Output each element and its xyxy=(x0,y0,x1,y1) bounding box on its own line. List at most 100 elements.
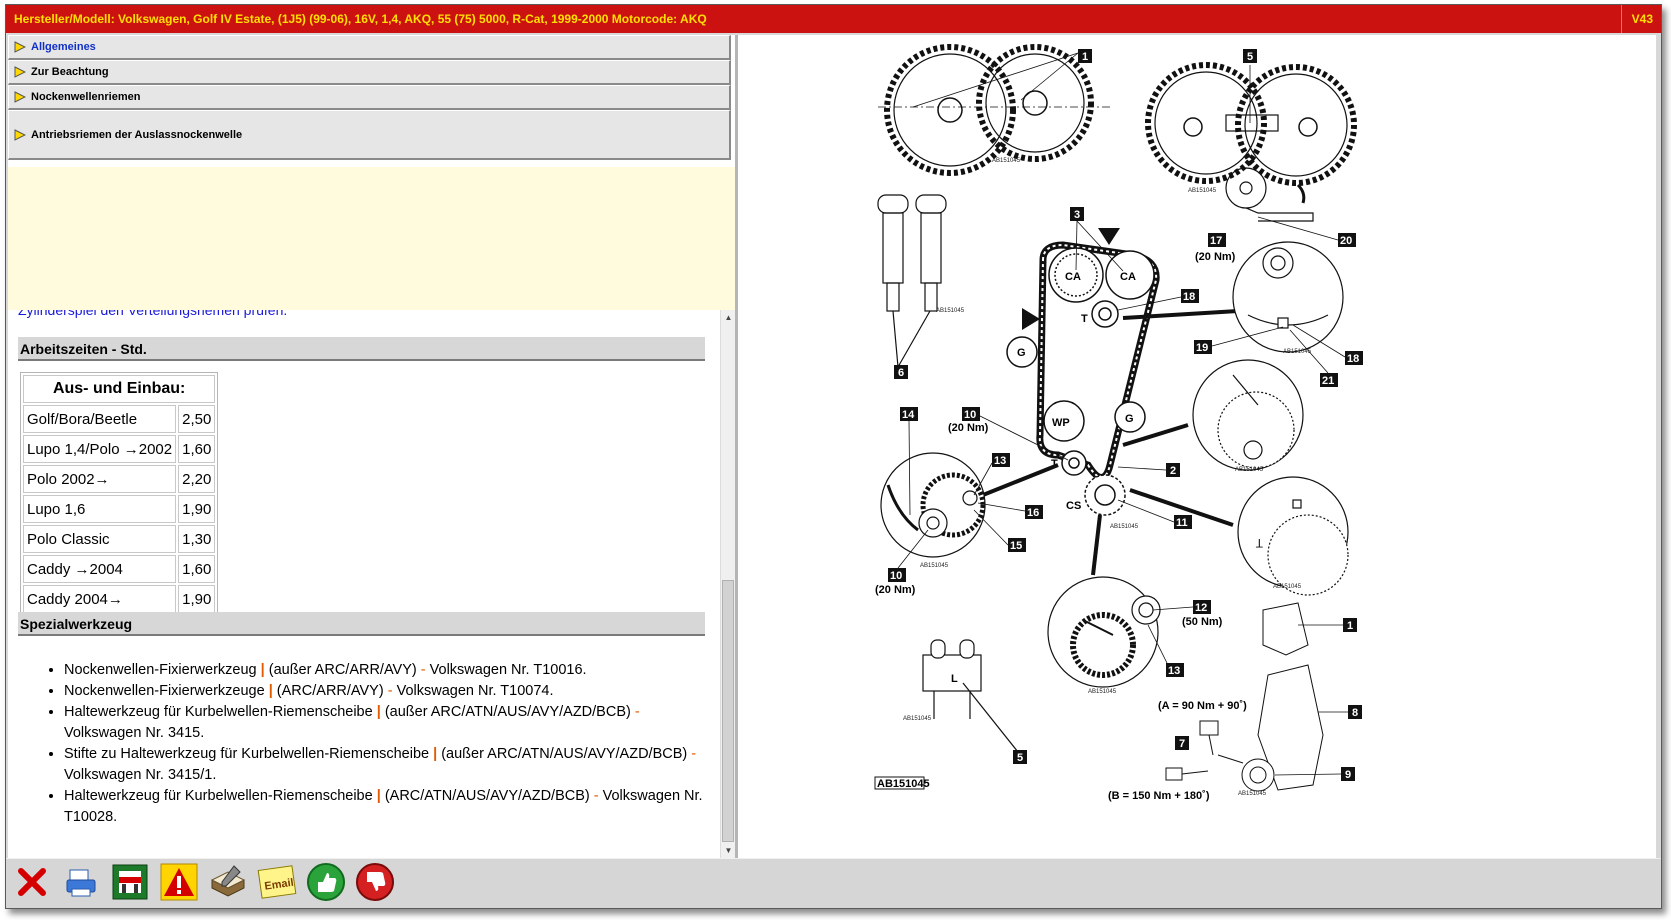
part-code: AB151045 xyxy=(1238,791,1267,797)
warning-icon[interactable] xyxy=(159,862,199,902)
callout-23: 21 xyxy=(1320,373,1338,387)
svg-text:18: 18 xyxy=(1347,353,1359,365)
tool-name: Nockenwellen-Fixierwerkzeug xyxy=(64,662,257,678)
thumbs-up-icon[interactable] xyxy=(306,862,346,902)
callout-16: 15 xyxy=(1008,538,1026,552)
callout-3: 3 xyxy=(1070,207,1084,221)
chevron-right-icon xyxy=(14,129,26,141)
callout-8: 9 xyxy=(1341,767,1355,781)
dash: - xyxy=(420,662,426,678)
chevron-right-icon xyxy=(14,41,26,53)
svg-text:12: 12 xyxy=(1195,602,1207,614)
nav-label: Zur Beachtung xyxy=(31,66,109,78)
table-row: Polo Classic 1,30 xyxy=(23,525,216,553)
torque-label: (20 Nm) xyxy=(1195,251,1236,263)
callout-21: 19 xyxy=(1194,340,1212,354)
callout-14: 13 xyxy=(992,453,1010,467)
nav-item-allgemeines[interactable]: Allgemeines xyxy=(8,35,731,60)
diagram-pane: 1 AB151045 5 AB151045 17 (20 Nm) 20 AB15… xyxy=(738,35,1656,858)
email-icon[interactable]: Email xyxy=(257,862,297,902)
part-code: AB151045 xyxy=(1188,188,1217,194)
scrollbar-thumb[interactable] xyxy=(722,580,734,842)
callout-15: 14 xyxy=(900,407,918,421)
callout-19: 18 xyxy=(1181,289,1199,303)
labour-times-table: Aus- und Einbau: Golf/Bora/Beetle 2,50 Lu… xyxy=(20,372,219,616)
separator: | xyxy=(376,788,381,804)
nav-item-nockenwellenriemen[interactable]: Nockenwellenriemen xyxy=(8,85,731,110)
part-code: AB151045 xyxy=(936,308,965,314)
tool-note: (ARC/ATN/AUS/AVY/AZD/BCB) xyxy=(384,788,590,804)
value-cell: 1,30 xyxy=(178,525,216,553)
dash: - xyxy=(593,788,599,804)
scroll-down-icon[interactable]: ▼ xyxy=(721,843,735,858)
separator: | xyxy=(433,746,438,762)
chevron-right-icon xyxy=(14,91,26,103)
part-code: AB151045 xyxy=(1235,467,1264,473)
model-cell: Polo Classic xyxy=(23,525,177,553)
value-cell: 1,90 xyxy=(178,495,216,523)
list-item: Nockenwellen-Fixierwerkzeuge | (ARC/ARR/… xyxy=(64,681,706,702)
svg-text:2: 2 xyxy=(1170,465,1176,477)
table-row: Caddy →2004 1,60 xyxy=(23,555,216,583)
callout-11: 11 xyxy=(1174,515,1192,529)
value-cell: 1,60 xyxy=(178,435,216,463)
model-cell: Caddy →2004 xyxy=(23,555,177,583)
tool-name: Nockenwellen-Fixierwerkzeuge xyxy=(64,683,265,699)
model-cell: Lupo 1,4/Polo →2002 xyxy=(23,435,177,463)
nav-label: Antriebsriemen der Auslassnockenwelle xyxy=(31,129,243,141)
version-label: V43 xyxy=(1620,5,1653,33)
svg-text:9: 9 xyxy=(1345,769,1351,781)
separator: | xyxy=(268,683,273,699)
torque-label: (20 Nm) xyxy=(948,422,989,434)
thumbs-down-icon[interactable] xyxy=(355,862,395,902)
content-scrollbar[interactable]: ▲ ▼ xyxy=(720,310,735,858)
nav-item-antriebsriemen[interactable]: Antriebsriemen der Auslassnockenwelle xyxy=(8,110,731,160)
value-cell: 2,20 xyxy=(178,465,216,493)
tool-name: Haltewerkzeug für Kurbelwellen-Riemensch… xyxy=(64,704,373,720)
svg-text:18: 18 xyxy=(1183,291,1195,303)
pulley-label: G xyxy=(1125,413,1134,425)
svg-text:8: 8 xyxy=(1352,707,1358,719)
svg-text:5: 5 xyxy=(1017,752,1023,764)
workshop-icon[interactable] xyxy=(110,862,150,902)
nav-item-zur-beachtung[interactable]: Zur Beachtung xyxy=(8,60,731,85)
model-cell: Lupo 1,6 xyxy=(23,495,177,523)
detail-tensioner xyxy=(1232,241,1344,353)
tool-note: (außer ARC/ATN/AUS/AVY/AZD/BCB) xyxy=(441,746,688,762)
torque-label: (A = 90 Nm + 90˚) xyxy=(1158,700,1247,712)
svg-text:T: T xyxy=(1255,536,1263,550)
detail-crankshaft xyxy=(1047,576,1161,688)
tool-ref: Volkswagen Nr. 3415. xyxy=(64,725,205,741)
svg-text:3: 3 xyxy=(1074,209,1080,221)
scroll-up-icon[interactable]: ▲ xyxy=(721,310,735,325)
list-item: Haltewerkzeug für Kurbelwellen-Riemensch… xyxy=(64,786,706,828)
diagram-code: AB151045 xyxy=(877,778,930,790)
svg-text:21: 21 xyxy=(1322,375,1334,387)
part-code: AB151045 xyxy=(903,716,932,722)
printer-icon[interactable] xyxy=(61,862,101,902)
chevron-right-icon xyxy=(14,66,26,78)
pulley-label: WP xyxy=(1052,417,1070,429)
dash: - xyxy=(634,704,640,720)
svg-text:13: 13 xyxy=(1168,665,1180,677)
callout-17: 16 xyxy=(1025,505,1043,519)
pulley-label: CA xyxy=(1120,271,1136,283)
tool-label: L xyxy=(951,673,958,685)
close-icon[interactable] xyxy=(12,862,52,902)
svg-text:1: 1 xyxy=(1082,51,1088,63)
list-item: Haltewerkzeug für Kurbelwellen-Riemensch… xyxy=(64,702,706,744)
timing-belt-diagram: 1 AB151045 5 AB151045 17 (20 Nm) 20 AB15… xyxy=(874,44,1363,802)
svg-text:5: 5 xyxy=(1247,51,1253,63)
svg-text:10: 10 xyxy=(964,409,976,421)
list-item: Nockenwellen-Fixierwerkzeug | (außer ARC… xyxy=(64,660,706,681)
table-row: Golf/Bora/Beetle 2,50 xyxy=(23,405,216,433)
notes-icon[interactable] xyxy=(208,862,248,902)
timing-cover xyxy=(1165,602,1324,792)
table-row: Polo 2002→ 2,20 xyxy=(23,465,216,493)
model-cell: Caddy 2004→ xyxy=(23,585,177,613)
torque-label: (50 Nm) xyxy=(1182,616,1223,628)
value-cell: 1,90 xyxy=(178,585,216,613)
nav-label: Nockenwellenriemen xyxy=(31,91,141,103)
callout-2: 2 xyxy=(1166,463,1180,477)
pulley-label: G xyxy=(1017,347,1026,359)
